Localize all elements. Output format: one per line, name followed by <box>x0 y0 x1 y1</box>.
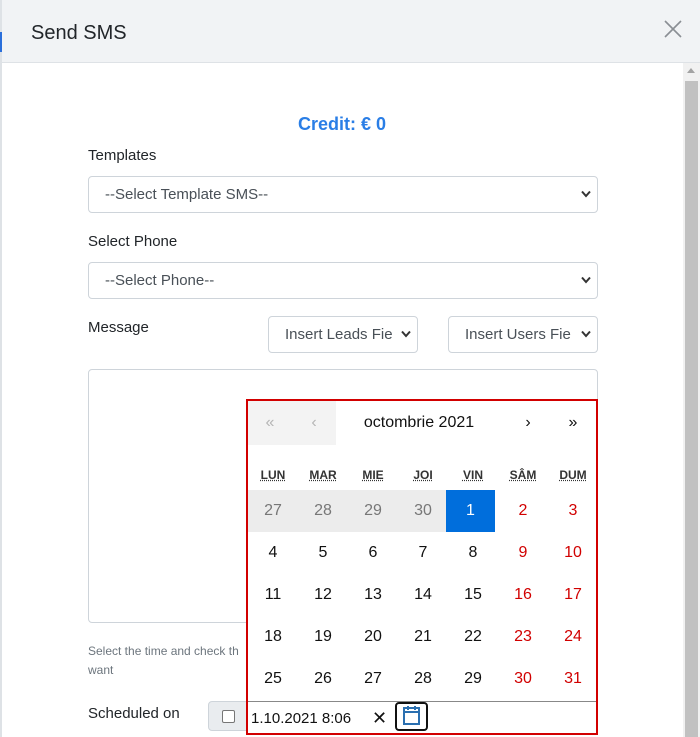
day-cell[interactable]: 9 <box>498 532 548 574</box>
day-cell[interactable]: 6 <box>348 532 398 574</box>
chevron-down-icon <box>581 276 591 284</box>
day-cell[interactable]: 2 <box>498 490 548 532</box>
calendar-icon <box>403 706 420 725</box>
weekday-label: MIE <box>362 468 384 482</box>
day-cell[interactable]: 29 <box>448 658 498 700</box>
day-cell[interactable]: 28 <box>398 658 448 700</box>
weekday-label: VIN <box>462 468 483 482</box>
selected-day-cell[interactable]: 1 <box>446 490 495 532</box>
credit-display: Credit: € 0 <box>297 114 387 134</box>
weekday-label: SÂM <box>509 468 537 482</box>
scrollbar[interactable] <box>683 63 700 737</box>
weekday-label: JOI <box>413 468 433 482</box>
schedule-help-text: Select the time and check th want <box>88 642 258 680</box>
day-cell[interactable]: 17 <box>548 574 598 616</box>
insert-leads-field-select[interactable]: Insert Leads Fie <box>268 316 418 353</box>
day-cell[interactable]: 25 <box>248 658 298 700</box>
date-picker-navigation: « ‹ octombrie 2021 › » <box>248 401 596 445</box>
calendar-toggle-button[interactable] <box>395 702 428 731</box>
day-cell[interactable]: 27 <box>248 490 298 532</box>
day-cell[interactable]: 24 <box>548 616 598 658</box>
day-cell[interactable]: 22 <box>448 616 498 658</box>
template-select[interactable]: --Select Template SMS-- <box>88 176 598 213</box>
day-cell[interactable]: 12 <box>298 574 348 616</box>
day-cell[interactable]: 8 <box>448 532 498 574</box>
datetime-value-input[interactable]: 1.10.2021 8:06 <box>251 710 351 727</box>
schedule-checkbox[interactable] <box>222 710 235 723</box>
date-picker: « ‹ octombrie 2021 › » LUN MAR MIE JOI V… <box>246 399 598 735</box>
day-cell[interactable]: 26 <box>298 658 348 700</box>
day-cell[interactable]: 31 <box>548 658 598 700</box>
day-cell[interactable]: 20 <box>348 616 398 658</box>
scheduled-on-label: Scheduled on <box>88 705 180 722</box>
day-cell[interactable]: 13 <box>348 574 398 616</box>
schedule-checkbox-addon <box>208 701 250 731</box>
clear-datetime-button[interactable]: ✕ <box>372 708 387 729</box>
chevron-down-icon <box>581 330 591 338</box>
day-cell[interactable]: 11 <box>248 574 298 616</box>
day-cell[interactable]: 29 <box>348 490 398 532</box>
day-cell[interactable]: 19 <box>298 616 348 658</box>
template-select-value: --Select Template SMS-- <box>105 186 269 203</box>
day-cell[interactable]: 10 <box>548 532 598 574</box>
day-cell[interactable]: 7 <box>398 532 448 574</box>
month-year-label[interactable]: octombrie 2021 <box>336 401 502 445</box>
day-cell[interactable]: 30 <box>498 658 548 700</box>
day-cell[interactable]: 28 <box>298 490 348 532</box>
day-cell[interactable]: 16 <box>498 574 548 616</box>
phone-select[interactable]: --Select Phone-- <box>88 262 598 299</box>
scroll-up-arrow-icon[interactable] <box>687 68 695 73</box>
day-cell[interactable]: 3 <box>548 490 598 532</box>
phone-label: Select Phone <box>88 233 178 250</box>
day-cell[interactable]: 27 <box>348 658 398 700</box>
left-edge <box>0 0 2 737</box>
day-cell[interactable]: 18 <box>248 616 298 658</box>
prev-year-button[interactable]: « <box>248 401 292 445</box>
day-cell[interactable]: 30 <box>398 490 448 532</box>
next-year-button[interactable]: » <box>550 401 596 445</box>
help-line-2: want <box>88 663 114 677</box>
scrollbar-thumb[interactable] <box>685 81 698 737</box>
message-label: Message <box>88 319 149 336</box>
close-icon[interactable] <box>663 19 683 39</box>
day-cell[interactable]: 23 <box>498 616 548 658</box>
day-cell[interactable]: 4 <box>248 532 298 574</box>
day-cell[interactable]: 21 <box>398 616 448 658</box>
insert-users-field-select[interactable]: Insert Users Fie <box>448 316 598 353</box>
send-sms-modal: Send SMS Credit: € 0 Templates --Select … <box>0 0 700 737</box>
prev-month-button[interactable]: ‹ <box>292 401 336 445</box>
weekday-label: MAR <box>309 468 337 482</box>
help-line-1: Select the time and check th <box>88 644 239 658</box>
day-cell[interactable]: 5 <box>298 532 348 574</box>
insert-leads-field-value: Insert Leads Fie <box>285 326 393 343</box>
weekday-label: LUN <box>260 468 286 482</box>
phone-select-value: --Select Phone-- <box>105 272 215 289</box>
modal-header: Send SMS <box>2 0 700 63</box>
next-month-button[interactable]: › <box>506 401 550 445</box>
modal-title: Send SMS <box>31 22 127 44</box>
day-cell[interactable]: 15 <box>448 574 498 616</box>
chevron-down-icon <box>401 330 411 338</box>
templates-label: Templates <box>88 147 157 164</box>
datetime-input-row: 1.10.2021 8:06 ✕ <box>248 701 596 733</box>
day-cell[interactable]: 14 <box>398 574 448 616</box>
chevron-down-icon <box>581 190 591 198</box>
weekday-label: DUM <box>559 468 587 482</box>
insert-users-field-value: Insert Users Fie <box>465 326 571 343</box>
